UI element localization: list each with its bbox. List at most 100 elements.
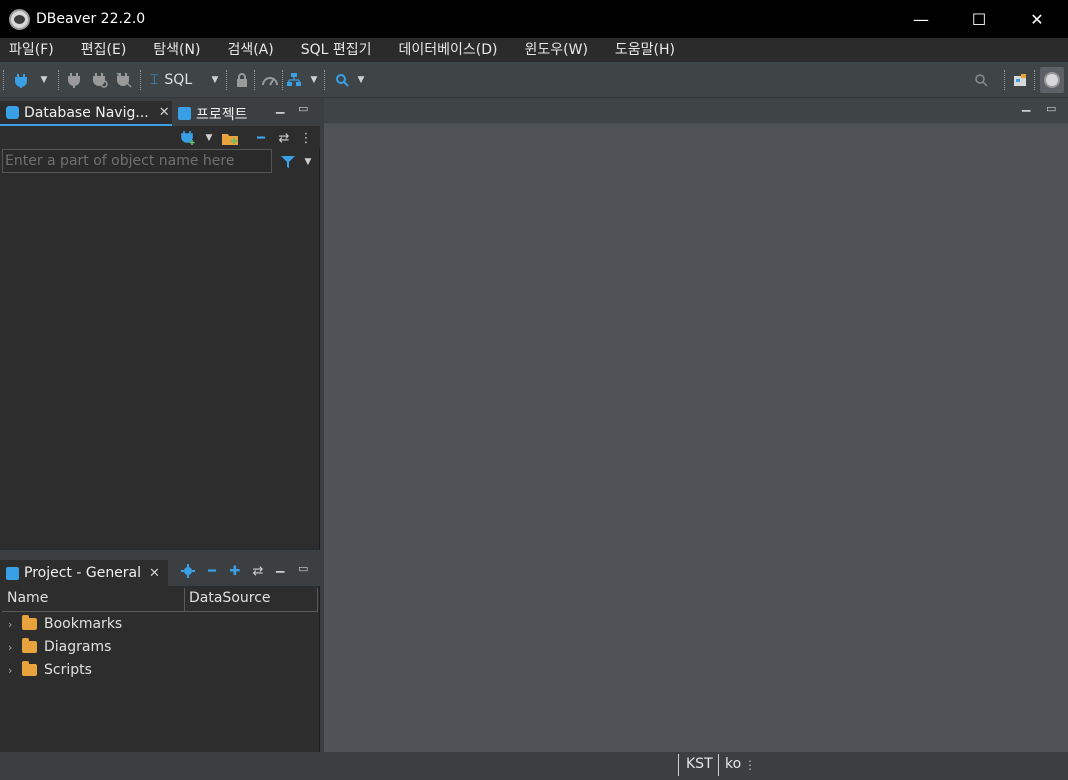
menu-bar: 파일(F) 편집(E) 탐색(N) 검색(A) SQL 편집기 데이터베이스(D… <box>0 38 1068 62</box>
close-button[interactable]: ✕ <box>1008 0 1066 38</box>
tab-projects-label: 프로젝트 <box>196 106 248 123</box>
project-icon <box>6 566 19 580</box>
close-icon[interactable]: ✕ <box>159 105 170 120</box>
sql-editor-button[interactable]: ⌶ SQL <box>150 71 202 89</box>
disconnect-icon[interactable] <box>115 71 133 89</box>
expand-all-icon[interactable]: ✚ <box>228 562 242 580</box>
tab-projects[interactable]: 프로젝트 <box>172 101 264 126</box>
menu-edit[interactable]: 편집(E) <box>81 39 127 61</box>
collapse-all-icon[interactable]: ━ <box>205 562 219 580</box>
window-title: DBeaver 22.2.0 <box>36 11 146 27</box>
timezone-status: KST <box>686 756 713 772</box>
collapse-icon[interactable]: ━ <box>254 129 268 147</box>
status-separator <box>678 754 679 776</box>
toolbar-separator <box>1004 70 1006 90</box>
project-general-panel: Project - General ✕ ━ ✚ ⇄ ▁ ▭ Name DataS… <box>0 556 320 752</box>
toolbar-separator <box>282 70 284 90</box>
tab-project-general[interactable]: Project - General ✕ <box>0 560 168 586</box>
toolbar-separator <box>324 70 326 90</box>
schema-icon[interactable] <box>286 71 302 89</box>
tab-database-navigator[interactable]: Database Navig... ✕ <box>0 101 172 126</box>
sql-editor-dropdown-icon[interactable]: ▼ <box>209 71 221 89</box>
transaction-lock-icon[interactable] <box>234 71 250 89</box>
navigator-search-input[interactable]: Enter a part of object name here <box>2 149 272 173</box>
maximize-pane-icon[interactable]: ▭ <box>298 562 308 575</box>
dbeaver-logo-icon <box>9 9 30 30</box>
new-connection-dropdown-icon[interactable]: ▼ <box>38 71 50 89</box>
new-connection-dropdown-icon[interactable]: ▼ <box>203 129 215 147</box>
performance-icon[interactable] <box>260 71 280 89</box>
bookmarks-folder-icon <box>22 615 37 630</box>
perspective-icon[interactable] <box>1011 71 1029 89</box>
link-icon[interactable]: ⇄ <box>276 129 292 147</box>
minimize-pane-icon[interactable]: ▁ <box>1022 99 1030 112</box>
menu-database[interactable]: 데이터베이스(D) <box>399 39 498 61</box>
navigator-toolbar: ▼ ━ ⇄ ⋮ <box>0 126 320 148</box>
database-navigator-panel: Database Navig... ✕ 프로젝트 ▁ ▭ ▼ ━ ⇄ ⋮ Ent… <box>0 98 320 550</box>
toolbar-separator <box>1034 70 1036 90</box>
filter-icon[interactable] <box>280 153 296 171</box>
scripts-folder-icon <box>22 661 37 676</box>
navigator-tab-strip: Database Navig... ✕ 프로젝트 ▁ ▭ <box>0 98 320 126</box>
tree-item-label: Diagrams <box>44 639 112 655</box>
connect-icon[interactable] <box>66 71 82 89</box>
project-icon <box>178 107 191 120</box>
tree-item-scripts[interactable]: › Scripts <box>8 659 92 681</box>
title-bar: DBeaver 22.2.0 — ☐ ✕ <box>0 0 1068 38</box>
search-dropdown-icon[interactable]: ▼ <box>355 71 367 89</box>
maximize-pane-icon[interactable]: ▭ <box>1046 102 1056 115</box>
project-table-header: Name DataSource <box>2 588 318 612</box>
status-grip-icon: ⋮ <box>744 758 756 772</box>
minimize-button[interactable]: — <box>892 0 950 38</box>
menu-file[interactable]: 파일(F) <box>9 39 54 61</box>
chevron-right-icon[interactable]: › <box>8 618 22 631</box>
tree-item-label: Scripts <box>44 662 92 678</box>
configure-icon[interactable] <box>180 562 196 580</box>
toolbar-separator <box>254 70 256 90</box>
toolbar-separator <box>58 70 60 90</box>
main-toolbar: ▼ ⌶ SQL ▼ ▼ ▼ <box>0 62 1068 98</box>
link-icon[interactable]: ⇄ <box>250 562 266 580</box>
status-separator <box>718 754 719 776</box>
minimize-pane-icon[interactable]: ▁ <box>276 101 284 114</box>
locale-status: ko <box>725 756 742 772</box>
maximize-button[interactable]: ☐ <box>950 0 1008 38</box>
filter-dropdown-icon[interactable]: ▼ <box>302 153 314 171</box>
sql-editor-label: SQL <box>164 72 193 88</box>
new-folder-icon[interactable] <box>221 129 239 147</box>
tree-item-label: Bookmarks <box>44 616 123 632</box>
schema-dropdown-icon[interactable]: ▼ <box>308 71 320 89</box>
tree-item-diagrams[interactable]: › Diagrams <box>8 636 111 658</box>
quick-search-icon[interactable] <box>972 71 990 89</box>
more-icon[interactable]: ⋮ <box>300 129 313 147</box>
tab-database-navigator-label: Database Navig... <box>24 104 149 121</box>
column-name[interactable]: Name <box>7 590 48 606</box>
menu-window[interactable]: 윈도우(W) <box>525 39 588 61</box>
menu-search[interactable]: 검색(A) <box>227 39 273 61</box>
new-connection-icon[interactable] <box>180 129 196 147</box>
toolbar-separator <box>226 70 228 90</box>
invalidate-icon[interactable] <box>91 71 109 89</box>
minimize-pane-icon[interactable]: ▁ <box>276 560 284 573</box>
editor-area: ▁ ▭ <box>324 98 1068 752</box>
project-tab-strip: Project - General ✕ ━ ✚ ⇄ ▁ ▭ <box>0 556 320 586</box>
editor-tab-strip: ▁ ▭ <box>324 98 1068 124</box>
tree-item-bookmarks[interactable]: › Bookmarks <box>8 613 122 635</box>
maximize-pane-icon[interactable]: ▭ <box>298 102 308 115</box>
diagrams-folder-icon <box>22 638 37 653</box>
database-icon <box>6 106 19 119</box>
avatar-icon[interactable] <box>1040 67 1064 93</box>
new-connection-icon[interactable] <box>12 71 30 89</box>
chevron-right-icon[interactable]: › <box>8 641 22 654</box>
menu-sql-editor[interactable]: SQL 편집기 <box>301 39 372 61</box>
menu-navigate[interactable]: 탐색(N) <box>153 39 200 61</box>
menu-help[interactable]: 도움말(H) <box>615 39 675 61</box>
column-datasource[interactable]: DataSource <box>189 590 271 606</box>
toolbar-grip <box>3 70 5 90</box>
chevron-right-icon[interactable]: › <box>8 664 22 677</box>
column-divider[interactable] <box>184 588 185 612</box>
close-icon[interactable]: ✕ <box>149 566 160 581</box>
toolbar-separator <box>140 70 142 90</box>
tab-project-general-label: Project - General <box>24 565 142 581</box>
search-icon[interactable] <box>334 71 350 89</box>
